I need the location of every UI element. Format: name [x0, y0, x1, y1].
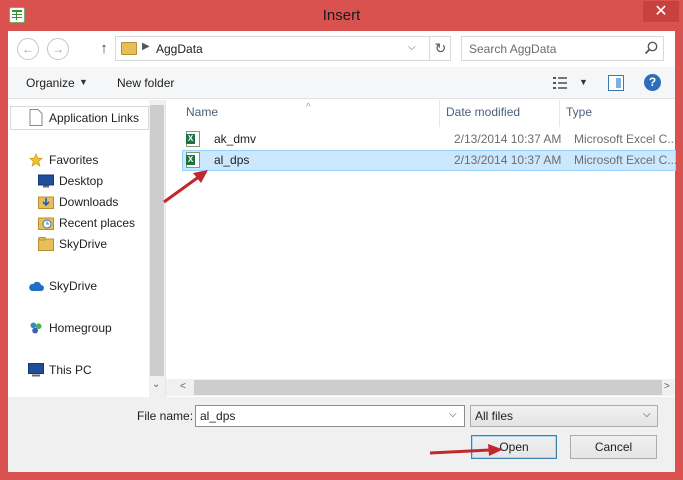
- dialog-footer: File name: ⌵ All files ⌵ Open Cancel: [8, 397, 675, 472]
- file-name-input[interactable]: [196, 406, 446, 426]
- address-dropdown-icon[interactable]: ⌵: [408, 42, 416, 53]
- page-icon: [29, 109, 43, 126]
- scroll-left-icon[interactable]: <: [180, 381, 186, 392]
- filter-dropdown-icon[interactable]: ⌵: [643, 409, 651, 420]
- views-dropdown-icon[interactable]: ▼: [579, 77, 588, 87]
- help-icon[interactable]: ?: [644, 74, 661, 91]
- column-header-date[interactable]: Date modified: [440, 100, 560, 127]
- scroll-right-icon[interactable]: >: [664, 381, 670, 392]
- window-title: Insert: [322, 7, 361, 24]
- file-row-al-dps[interactable]: al_dps 2/13/2014 10:37 AM Microsoft Exce…: [182, 150, 678, 171]
- cancel-button[interactable]: Cancel: [570, 435, 657, 459]
- nav-item-label: Recent places: [59, 216, 136, 230]
- file-date: 2/13/2014 10:37 AM: [454, 153, 562, 167]
- folder-icon: [38, 237, 54, 251]
- search-box[interactable]: [461, 36, 664, 61]
- up-button[interactable]: ↑: [96, 39, 112, 59]
- address-bar[interactable]: ▶ AggData ⌵ ↻: [115, 36, 451, 61]
- recent-places-icon: [38, 217, 54, 230]
- downloads-icon: [38, 196, 54, 209]
- breadcrumb[interactable]: AggData: [156, 42, 203, 56]
- search-input[interactable]: [462, 37, 637, 60]
- breadcrumb-chevron-icon[interactable]: ▶: [142, 41, 150, 52]
- search-icon[interactable]: [643, 40, 659, 56]
- nav-item-homegroup[interactable]: Homegroup: [28, 318, 148, 338]
- cloud-icon: [29, 281, 44, 291]
- new-folder-button[interactable]: New folder: [117, 76, 174, 90]
- dialog-client: ← → ↑ ▶ AggData ⌵ ↻ Organize ▼ New folde…: [8, 31, 678, 472]
- window-frame: Insert ✕ ← → ↑ ▶ AggData ⌵ ↻ Organize ▼ …: [0, 0, 683, 480]
- organize-menu[interactable]: Organize: [26, 76, 75, 90]
- nav-item-label: Favorites: [49, 153, 99, 167]
- file-type-filter-value: All files: [475, 409, 514, 423]
- file-type: Microsoft Excel C...: [574, 153, 678, 167]
- desktop-icon: [38, 174, 54, 188]
- preview-pane-icon[interactable]: [608, 75, 624, 91]
- horizontal-scrollbar-thumb[interactable]: [194, 380, 662, 395]
- nav-scrollbar-thumb[interactable]: [150, 105, 164, 376]
- file-name-label: File name:: [137, 409, 194, 423]
- file-list: Name ^ Date modified Type ak_dmv 2/13/20…: [165, 100, 678, 397]
- column-label: Type: [566, 105, 593, 119]
- column-label: Name: [186, 105, 219, 119]
- nav-item-label: Application Links: [49, 111, 140, 125]
- forward-button[interactable]: →: [47, 38, 69, 60]
- file-name: al_dps: [214, 153, 250, 167]
- file-type-filter[interactable]: All files ⌵: [470, 405, 658, 427]
- nav-item-application-links[interactable]: Application Links: [28, 108, 148, 128]
- nav-item-label: Homegroup: [49, 321, 112, 335]
- open-button[interactable]: Open: [471, 435, 557, 459]
- star-icon: [28, 153, 44, 167]
- file-row-ak-dmv[interactable]: ak_dmv 2/13/2014 10:37 AM Microsoft Exce…: [182, 129, 678, 150]
- column-label: Date modified: [446, 105, 521, 119]
- nav-scrollbar[interactable]: ⌄: [149, 100, 165, 397]
- nav-item-label: Downloads: [59, 195, 119, 209]
- nav-item-this-pc[interactable]: This PC: [28, 360, 148, 380]
- excel-csv-file-icon: [186, 131, 200, 147]
- sort-ascending-icon: ^: [306, 102, 311, 113]
- nav-item-favorites[interactable]: Favorites: [28, 150, 148, 170]
- nav-item-label: This PC: [49, 363, 92, 377]
- nav-item-label: SkyDrive: [59, 237, 108, 251]
- excel-csv-file-icon: [186, 152, 200, 168]
- column-header-type[interactable]: Type: [560, 100, 676, 127]
- organize-dropdown-icon[interactable]: ▼: [79, 77, 88, 87]
- nav-item-desktop[interactable]: Desktop: [38, 171, 148, 191]
- file-name-dropdown-icon[interactable]: ⌵: [449, 409, 457, 420]
- title-bar[interactable]: Insert ✕: [0, 0, 683, 31]
- nav-item-label: SkyDrive: [49, 279, 98, 293]
- nav-item-label: Desktop: [59, 174, 104, 188]
- file-name-combobox[interactable]: ⌵: [195, 405, 465, 427]
- homegroup-icon: [30, 322, 42, 334]
- file-name: ak_dmv: [214, 132, 257, 146]
- folder-icon: [121, 42, 137, 55]
- nav-item-recent-places[interactable]: Recent places: [38, 213, 148, 233]
- scroll-down-icon[interactable]: ⌄: [152, 379, 160, 390]
- close-button[interactable]: ✕: [643, 1, 679, 22]
- computer-icon: [28, 363, 44, 377]
- command-bar: Organize ▼ New folder ▼ ?: [8, 67, 675, 99]
- view-details-icon[interactable]: [553, 77, 567, 89]
- nav-item-skydrive[interactable]: SkyDrive: [28, 276, 148, 296]
- file-date: 2/13/2014 10:37 AM: [454, 132, 562, 146]
- column-header-name[interactable]: Name ^: [166, 100, 440, 127]
- nav-item-downloads[interactable]: Downloads: [38, 192, 148, 212]
- horizontal-scrollbar[interactable]: < >: [166, 379, 675, 396]
- back-button[interactable]: ←: [17, 38, 39, 60]
- file-type: Microsoft Excel C...: [574, 132, 678, 146]
- refresh-button[interactable]: ↻: [429, 37, 451, 60]
- nav-item-skydrive-favorite[interactable]: SkyDrive: [38, 234, 148, 254]
- navigation-pane: Application Links Favorites Desktop Down…: [8, 100, 165, 397]
